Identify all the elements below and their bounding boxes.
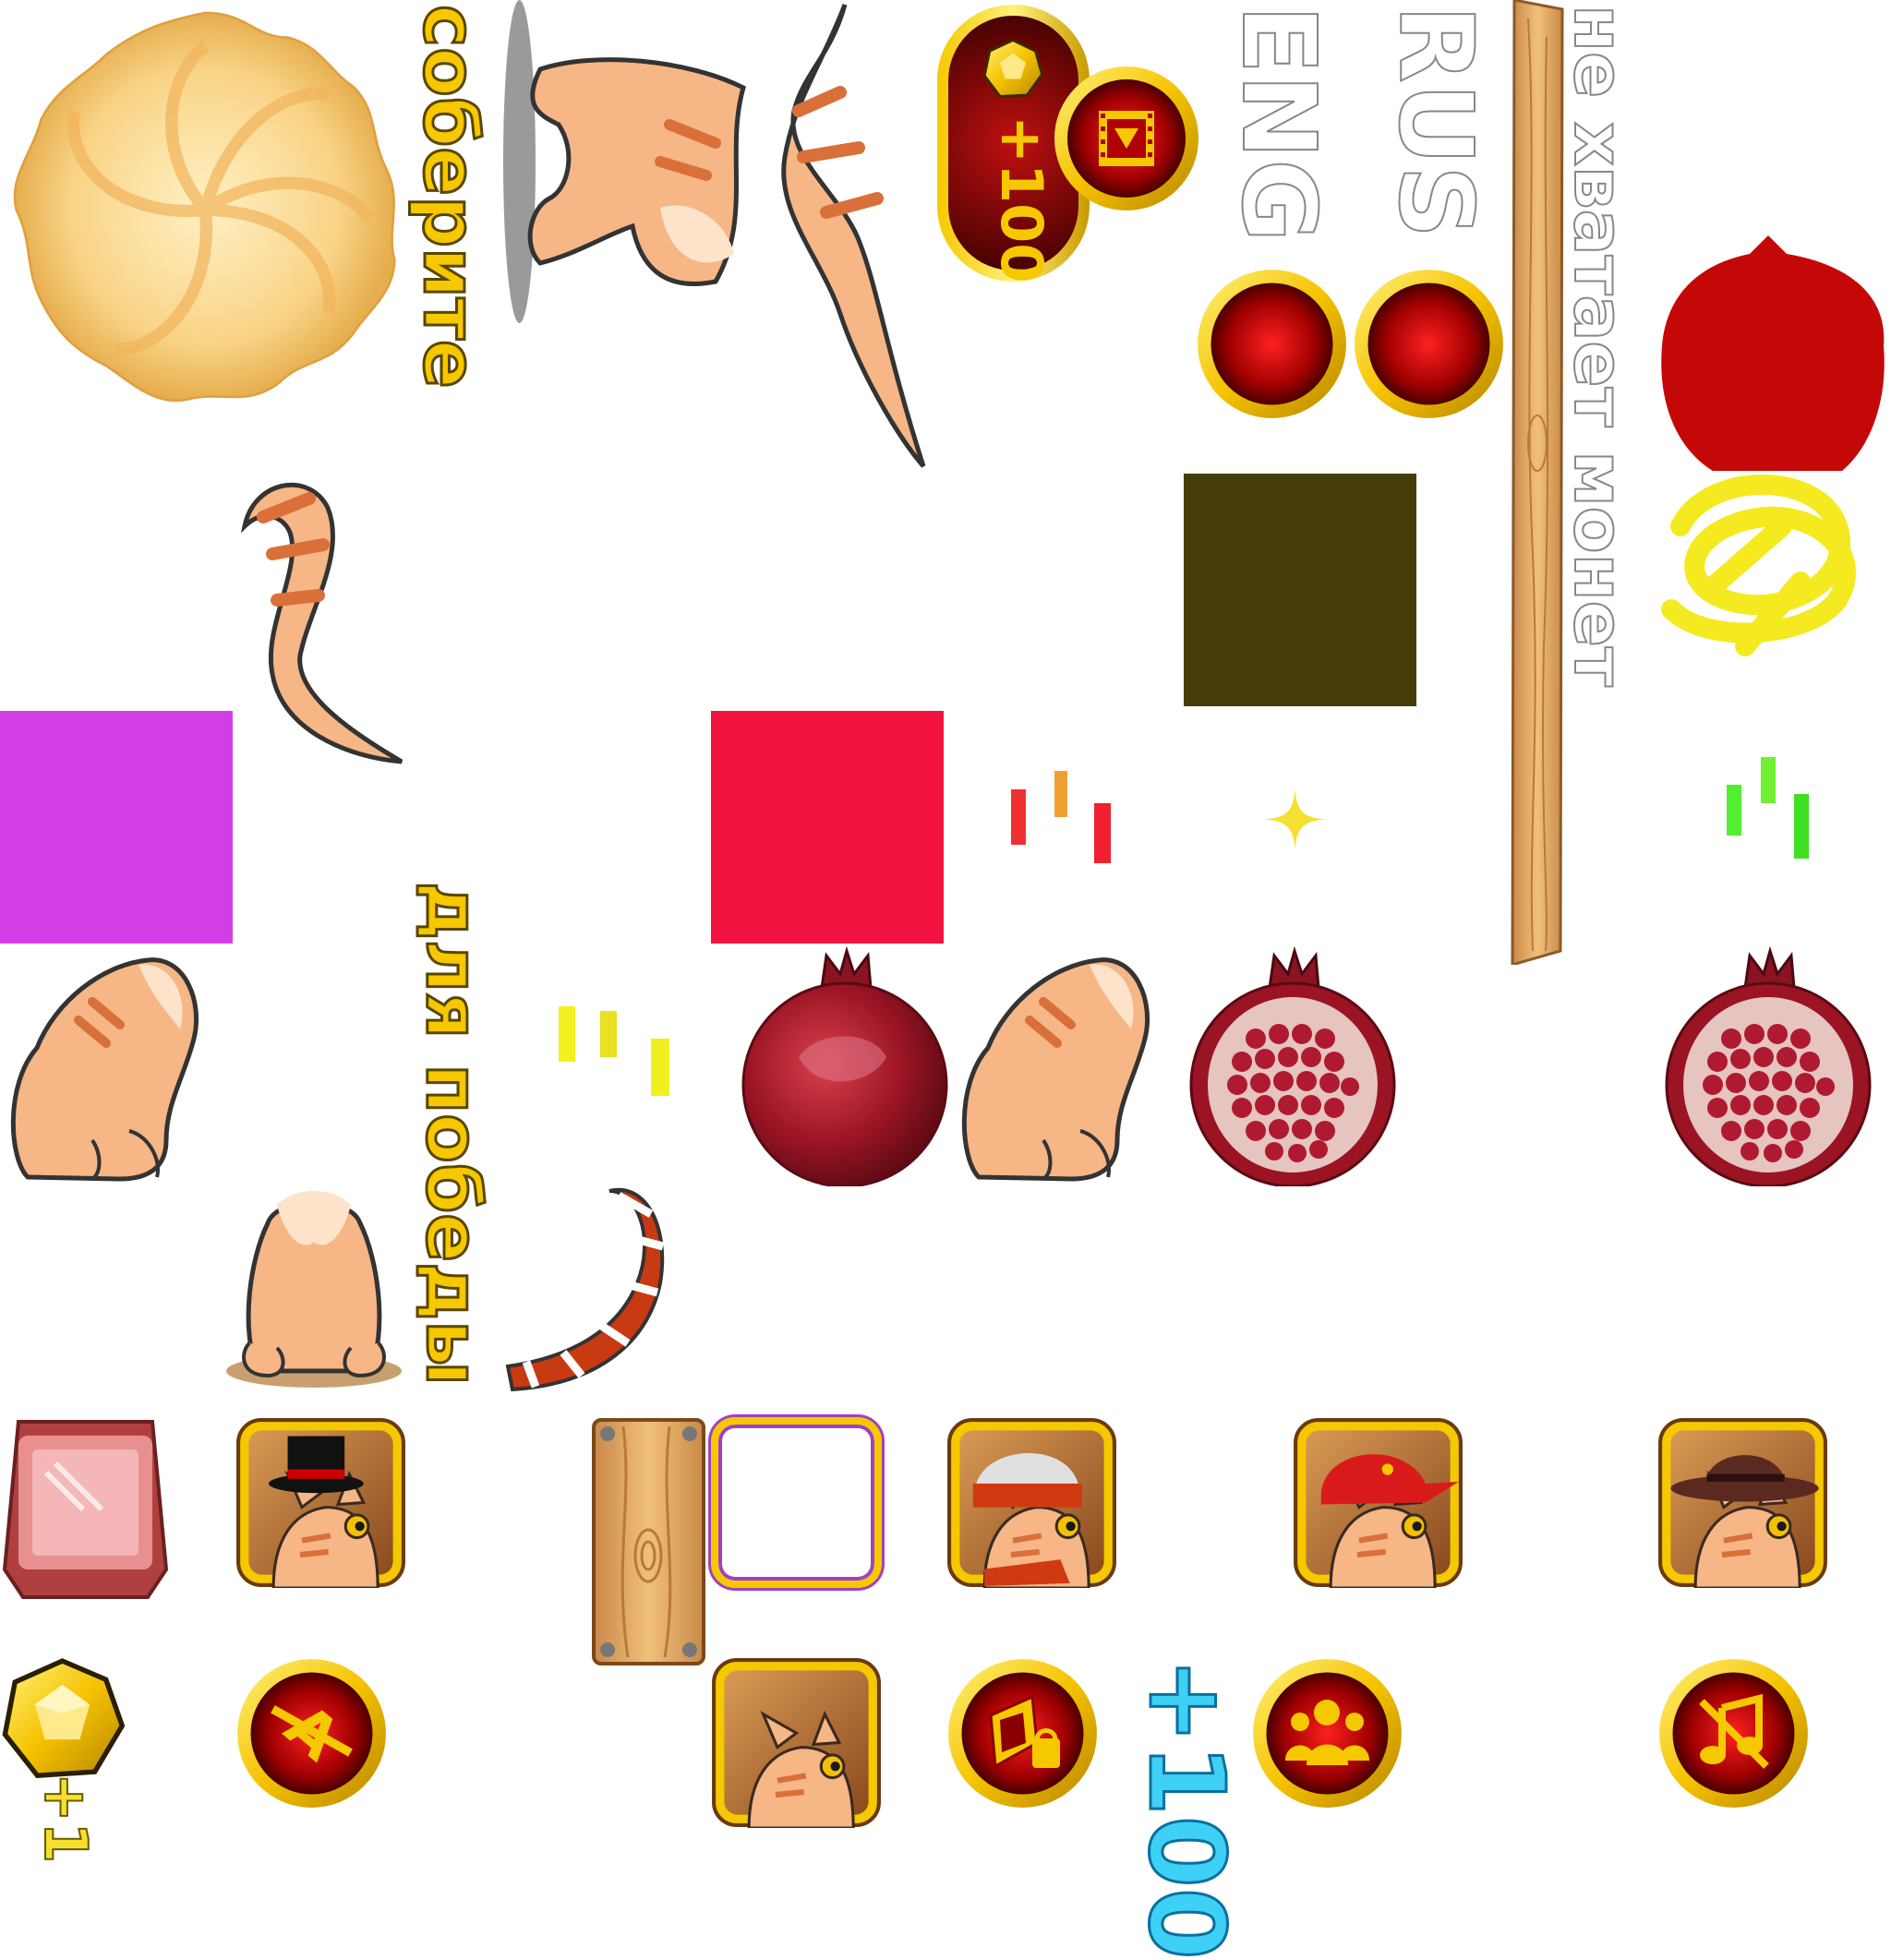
red-blob-shape xyxy=(1657,235,1888,475)
empty-frame-icon[interactable] xyxy=(711,1417,882,1588)
translate-icon: A xyxy=(263,1685,360,1782)
shop-icon xyxy=(982,1692,1065,1775)
video-reward-button[interactable] xyxy=(1053,65,1200,212)
plain-cat-avatar-icon[interactable] xyxy=(711,1657,882,1828)
not-enough-coins-label: не хватает монет xyxy=(1558,4,1639,688)
speed-lines-icon xyxy=(1006,766,1117,868)
cookie-icon xyxy=(0,5,411,415)
plus100-gold-text: +100 xyxy=(988,115,1055,283)
music-off-icon xyxy=(1694,1694,1773,1773)
speed-lines-icon xyxy=(554,1002,674,1099)
cap-cat-avatar-icon[interactable] xyxy=(1293,1417,1463,1588)
plus100-blue-text: +100 xyxy=(1125,1656,1247,1960)
red-ball-icon xyxy=(1196,268,1348,420)
gem-frame-icon[interactable] xyxy=(0,1417,171,1602)
rus-label[interactable]: RUS xyxy=(1376,4,1496,239)
plus1-text: +1 xyxy=(30,1772,100,1864)
cat-sitting-icon xyxy=(0,946,222,1186)
friends-icon xyxy=(1283,1696,1371,1770)
wood-board-icon xyxy=(591,1417,706,1666)
for-win-label: для победы xyxy=(409,881,495,1388)
cat-tail-icon xyxy=(776,0,942,471)
cut-pomegranate-icon xyxy=(1657,946,1879,1186)
sparkle-icon xyxy=(1265,789,1325,849)
top-hat-cat-avatar-icon[interactable] xyxy=(235,1417,406,1588)
scarf-tail-icon xyxy=(499,1182,665,1394)
collect-label: соберите xyxy=(406,4,492,391)
cat-sitting-icon xyxy=(951,946,1173,1186)
friends-button[interactable] xyxy=(1251,1657,1403,1810)
pink-swatch xyxy=(711,711,944,944)
video-reward-icon xyxy=(1094,106,1159,171)
eng-label[interactable]: ENG xyxy=(1219,4,1339,244)
fedora-cat-avatar-icon[interactable] xyxy=(1657,1417,1828,1588)
coin-icon xyxy=(0,1657,125,1782)
yellow-scribble-shape xyxy=(1653,471,1874,665)
music-toggle-button[interactable] xyxy=(1657,1657,1810,1810)
red-ball-icon xyxy=(1353,268,1505,420)
olive-swatch xyxy=(1184,474,1416,706)
magenta-swatch xyxy=(0,711,233,944)
pomegranate-icon xyxy=(734,946,956,1186)
cut-pomegranate-icon xyxy=(1182,946,1403,1186)
coin-icon xyxy=(981,37,1045,102)
cat-body-icon xyxy=(503,14,780,291)
speed-lines-icon xyxy=(1722,752,1814,863)
beanie-cat-avatar-icon[interactable] xyxy=(946,1417,1117,1588)
translate-button[interactable]: A xyxy=(235,1657,388,1810)
cat-tail-icon xyxy=(235,471,406,766)
cat-back-icon xyxy=(222,1186,406,1389)
shop-button[interactable] xyxy=(946,1657,1099,1810)
